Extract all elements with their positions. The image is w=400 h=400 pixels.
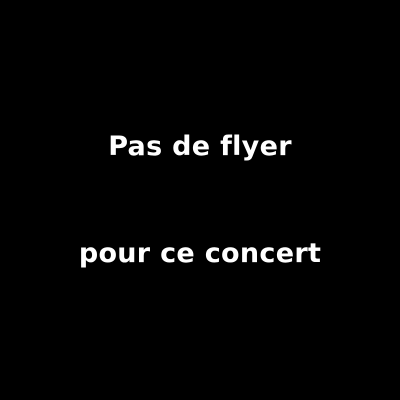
no-flyer-message-line-1: Pas de flyer — [108, 131, 292, 162]
no-flyer-message-line-2: pour ce concert — [78, 238, 322, 269]
no-flyer-placeholder: Pas de flyer pour ce concert — [0, 0, 400, 400]
